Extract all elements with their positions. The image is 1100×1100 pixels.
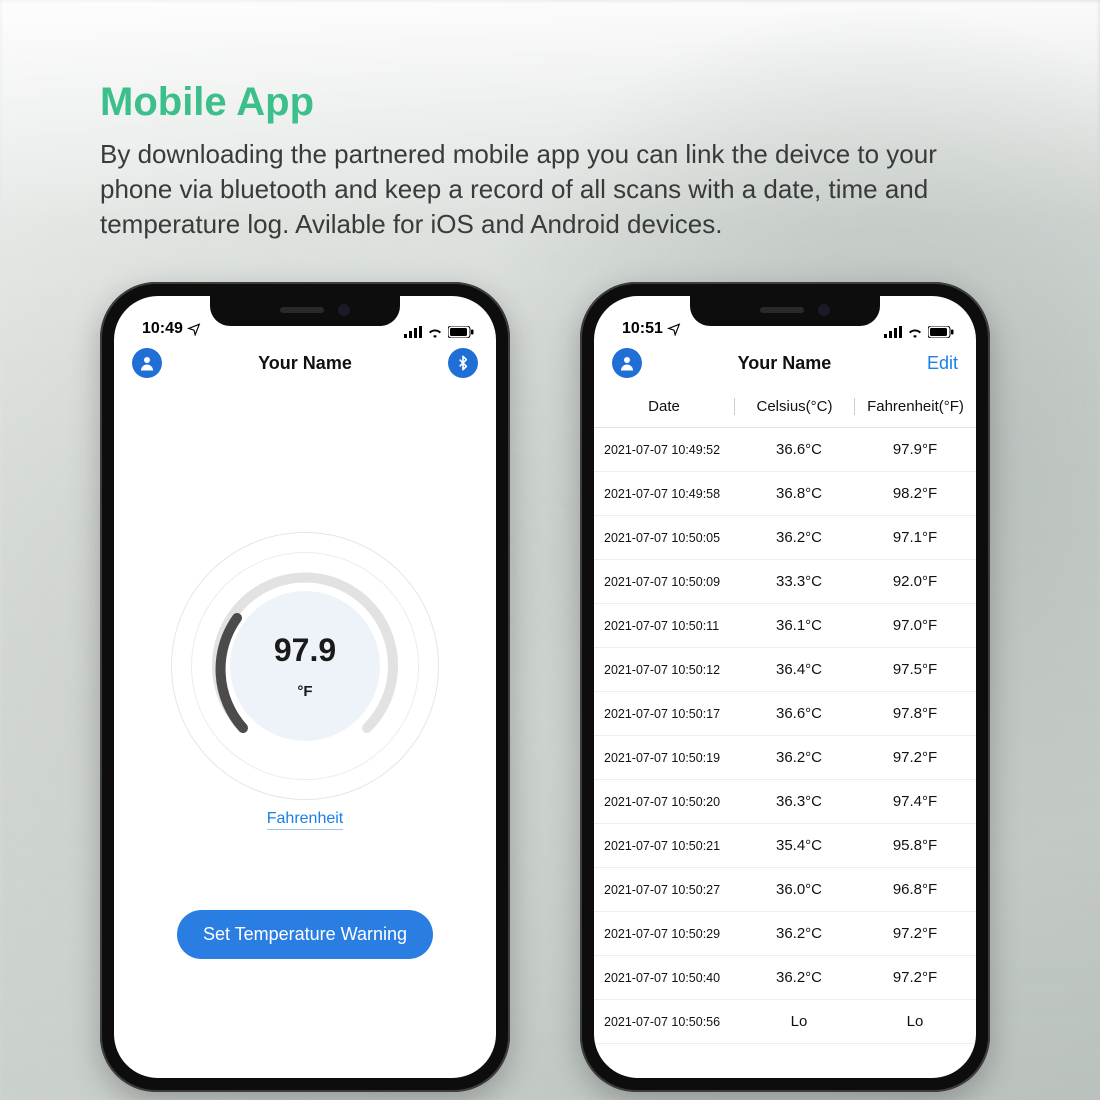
phone-mock-log: 10:51 Your Name Edit Date Celsius(°C) [580,282,990,1092]
nav-title: Your Name [738,353,832,374]
log-fahrenheit: 97.4°F [854,793,976,810]
log-celsius: 36.4°C [744,661,854,678]
log-celsius: 36.1°C [744,617,854,634]
unit-toggle-link[interactable]: Fahrenheit [267,810,344,830]
log-celsius: 36.8°C [744,485,854,502]
temperature-gauge: 97.9 °F [165,526,445,806]
log-celsius: 36.6°C [744,441,854,458]
col-celsius-header: Celsius(°C) [734,398,854,415]
log-celsius: 36.0°C [744,881,854,898]
signal-icon [884,326,902,338]
location-icon [187,322,201,336]
log-date: 2021-07-07 10:50:19 [594,751,744,765]
log-row[interactable]: 2021-07-07 10:50:4036.2°C97.2°F [594,956,976,1000]
log-date: 2021-07-07 10:49:52 [594,443,744,457]
log-row[interactable]: 2021-07-07 10:50:1136.1°C97.0°F [594,604,976,648]
log-table-body[interactable]: 2021-07-07 10:49:5236.6°C97.9°F2021-07-0… [594,428,976,1044]
location-icon [667,322,681,336]
log-row[interactable]: 2021-07-07 10:50:2135.4°C95.8°F [594,824,976,868]
log-celsius: 33.3°C [744,573,854,590]
edit-button[interactable]: Edit [927,353,958,374]
log-row[interactable]: 2021-07-07 10:50:2036.3°C97.4°F [594,780,976,824]
temperature-unit: °F [297,683,312,700]
phone-notch [690,296,880,326]
log-date: 2021-07-07 10:50:56 [594,1015,744,1029]
log-date: 2021-07-07 10:49:58 [594,487,744,501]
log-date: 2021-07-07 10:50:40 [594,971,744,985]
log-row[interactable]: 2021-07-07 10:50:56LoLo [594,1000,976,1044]
log-row[interactable]: 2021-07-07 10:50:0933.3°C92.0°F [594,560,976,604]
log-row[interactable]: 2021-07-07 10:49:5236.6°C97.9°F [594,428,976,472]
log-fahrenheit: 97.0°F [854,617,976,634]
status-time: 10:49 [142,320,183,338]
col-fahrenheit-header: Fahrenheit(°F) [854,398,976,415]
log-row[interactable]: 2021-07-07 10:50:1736.6°C97.8°F [594,692,976,736]
log-fahrenheit: 97.2°F [854,749,976,766]
log-fahrenheit: 92.0°F [854,573,976,590]
log-fahrenheit: 96.8°F [854,881,976,898]
temperature-value: 97.9 [274,632,336,669]
log-date: 2021-07-07 10:50:20 [594,795,744,809]
log-celsius: 35.4°C [744,837,854,854]
log-date: 2021-07-07 10:50:09 [594,575,744,589]
bluetooth-icon[interactable] [448,348,478,378]
log-fahrenheit: Lo [854,1013,976,1030]
log-row[interactable]: 2021-07-07 10:50:1236.4°C97.5°F [594,648,976,692]
log-fahrenheit: 95.8°F [854,837,976,854]
signal-icon [404,326,422,338]
battery-icon [448,326,474,338]
log-date: 2021-07-07 10:50:17 [594,707,744,721]
log-celsius: 36.2°C [744,529,854,546]
log-date: 2021-07-07 10:50:21 [594,839,744,853]
log-celsius: 36.2°C [744,969,854,986]
log-row[interactable]: 2021-07-07 10:49:5836.8°C98.2°F [594,472,976,516]
wifi-icon [907,326,923,338]
log-fahrenheit: 97.8°F [854,705,976,722]
log-table-header: Date Celsius(°C) Fahrenheit(°F) [594,386,976,428]
log-celsius: 36.3°C [744,793,854,810]
phone-mock-gauge: 10:49 Your Name [100,282,510,1092]
log-fahrenheit: 97.1°F [854,529,976,546]
log-fahrenheit: 97.9°F [854,441,976,458]
status-time: 10:51 [622,320,663,338]
log-date: 2021-07-07 10:50:29 [594,927,744,941]
log-fahrenheit: 97.5°F [854,661,976,678]
log-row[interactable]: 2021-07-07 10:50:2936.2°C97.2°F [594,912,976,956]
log-row[interactable]: 2021-07-07 10:50:0536.2°C97.1°F [594,516,976,560]
log-celsius: 36.2°C [744,925,854,942]
set-temperature-warning-button[interactable]: Set Temperature Warning [177,910,433,959]
log-date: 2021-07-07 10:50:05 [594,531,744,545]
profile-icon[interactable] [132,348,162,378]
log-fahrenheit: 97.2°F [854,969,976,986]
log-row[interactable]: 2021-07-07 10:50:2736.0°C96.8°F [594,868,976,912]
wifi-icon [427,326,443,338]
phone-notch [210,296,400,326]
log-fahrenheit: 97.2°F [854,925,976,942]
log-celsius: 36.6°C [744,705,854,722]
log-fahrenheit: 98.2°F [854,485,976,502]
log-row[interactable]: 2021-07-07 10:50:1936.2°C97.2°F [594,736,976,780]
battery-icon [928,326,954,338]
log-date: 2021-07-07 10:50:12 [594,663,744,677]
col-date-header: Date [594,398,734,415]
hero-body: By downloading the partnered mobile app … [100,137,1000,242]
log-date: 2021-07-07 10:50:11 [594,619,744,633]
hero-title: Mobile App [100,80,1000,125]
log-celsius: Lo [744,1013,854,1030]
log-date: 2021-07-07 10:50:27 [594,883,744,897]
nav-title: Your Name [258,353,352,374]
log-celsius: 36.2°C [744,749,854,766]
profile-icon[interactable] [612,348,642,378]
